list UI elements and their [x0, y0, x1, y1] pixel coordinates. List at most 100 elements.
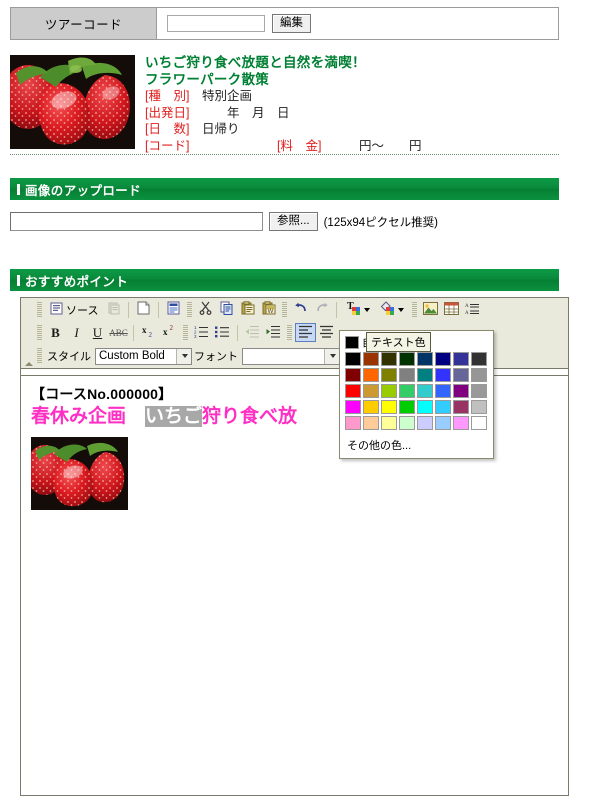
color-swatch[interactable]: [471, 352, 487, 366]
style-select[interactable]: Custom Bold: [95, 347, 192, 365]
bold-button[interactable]: B: [45, 323, 66, 342]
tour-code-input[interactable]: [167, 15, 265, 32]
color-swatch[interactable]: [435, 352, 451, 366]
color-swatch[interactable]: [345, 352, 361, 366]
align-center-button[interactable]: [316, 323, 337, 342]
source-button[interactable]: ソース: [45, 300, 103, 319]
color-swatch[interactable]: [363, 352, 379, 366]
color-swatch[interactable]: [435, 416, 451, 430]
color-swatch[interactable]: [345, 416, 361, 430]
color-swatch[interactable]: [381, 368, 397, 382]
copy-button[interactable]: [216, 300, 237, 319]
color-swatch[interactable]: [471, 416, 487, 430]
new-page-button[interactable]: [133, 300, 154, 319]
tour-type-label: [種 別]: [145, 89, 190, 103]
color-swatch[interactable]: [381, 416, 397, 430]
toolbar-grip[interactable]: [282, 301, 288, 318]
paste-word-button[interactable]: W: [258, 300, 279, 319]
color-swatch[interactable]: [381, 400, 397, 414]
color-swatch[interactable]: [453, 416, 469, 430]
upload-file-input[interactable]: [10, 212, 263, 231]
outdent-button[interactable]: [242, 323, 263, 342]
toolbar-collapse-handle-2[interactable]: [23, 321, 34, 344]
underline-button-label: U: [92, 324, 103, 340]
color-swatch-grid[interactable]: [345, 352, 488, 430]
color-swatch[interactable]: [417, 400, 433, 414]
strike-button[interactable]: ABC: [108, 323, 129, 342]
color-swatch[interactable]: [453, 384, 469, 398]
color-swatch[interactable]: [345, 400, 361, 414]
color-swatch[interactable]: [417, 384, 433, 398]
superscript-button[interactable]: x2: [159, 323, 180, 342]
paste-button[interactable]: [103, 300, 124, 319]
numbered-list-button[interactable]: 123: [191, 323, 212, 342]
toolbar-grip[interactable]: [412, 301, 418, 318]
insert-image-button[interactable]: [420, 300, 441, 319]
italic-button[interactable]: I: [66, 323, 87, 342]
tour-code-bar: ツアーコード 編集: [10, 7, 559, 40]
color-swatch[interactable]: [435, 384, 451, 398]
color-swatch[interactable]: [435, 368, 451, 382]
color-swatch[interactable]: [417, 352, 433, 366]
color-swatch[interactable]: [399, 384, 415, 398]
color-swatch[interactable]: [471, 368, 487, 382]
toolbar-collapse-handle-3[interactable]: [23, 344, 34, 368]
color-swatch[interactable]: [381, 384, 397, 398]
more-colors-item[interactable]: その他の色...: [345, 430, 488, 455]
bulleted-list-button[interactable]: [212, 323, 233, 342]
color-swatch[interactable]: [453, 368, 469, 382]
toolbar-grip[interactable]: [37, 348, 42, 364]
redo-button[interactable]: [311, 300, 332, 319]
edit-button[interactable]: 編集: [272, 14, 311, 33]
bg-color-button[interactable]: [375, 300, 409, 319]
color-swatch[interactable]: [399, 416, 415, 430]
undo-button[interactable]: [290, 300, 311, 319]
insert-table-button[interactable]: [441, 300, 462, 319]
style-dropdown-arrow[interactable]: [176, 348, 191, 364]
color-swatch[interactable]: [345, 368, 361, 382]
tour-thumbnail-image: [10, 55, 135, 149]
toolbar-grip[interactable]: [37, 301, 42, 318]
indent-button[interactable]: [263, 323, 284, 342]
toolbar-collapse-handle[interactable]: [23, 298, 34, 321]
color-swatch[interactable]: [381, 352, 397, 366]
cut-button[interactable]: [195, 300, 216, 319]
color-swatch[interactable]: [345, 384, 361, 398]
color-swatch[interactable]: [363, 368, 379, 382]
toolbar-separator: [336, 301, 338, 318]
browse-button[interactable]: 参照...: [269, 212, 318, 231]
color-swatch[interactable]: [399, 352, 415, 366]
color-swatch[interactable]: [435, 400, 451, 414]
font-select[interactable]: [242, 347, 340, 365]
color-swatch[interactable]: [363, 416, 379, 430]
color-swatch[interactable]: [471, 384, 487, 398]
subscript-button[interactable]: x2: [138, 323, 159, 342]
toolbar-grip[interactable]: [183, 324, 188, 341]
line-height-button[interactable]: AA: [462, 300, 483, 319]
automatic-color-swatch[interactable]: [345, 335, 359, 349]
paste-plain-button[interactable]: [237, 300, 258, 319]
text-color-button[interactable]: T: [341, 300, 375, 319]
font-label: フォント: [194, 351, 238, 363]
underline-button[interactable]: U: [87, 323, 108, 342]
font-dropdown-arrow[interactable]: [324, 348, 339, 364]
content-strawberry-image[interactable]: [31, 437, 128, 510]
color-swatch[interactable]: [417, 416, 433, 430]
svg-text:A: A: [465, 304, 469, 309]
templates-icon: [167, 301, 180, 318]
toolbar-grip[interactable]: [37, 324, 42, 341]
toolbar-grip[interactable]: [187, 301, 193, 318]
color-swatch[interactable]: [363, 384, 379, 398]
color-swatch[interactable]: [363, 400, 379, 414]
toolbar-grip[interactable]: [287, 324, 292, 341]
color-swatch[interactable]: [471, 400, 487, 414]
tour-type-row: [種 別] 特別企画: [145, 88, 559, 105]
color-swatch[interactable]: [417, 368, 433, 382]
color-swatch[interactable]: [399, 400, 415, 414]
color-swatch[interactable]: [453, 400, 469, 414]
align-left-button[interactable]: [295, 323, 316, 342]
templates-button[interactable]: [163, 300, 184, 319]
color-swatch[interactable]: [399, 368, 415, 382]
color-swatch[interactable]: [453, 352, 469, 366]
indent-icon: [266, 325, 281, 341]
